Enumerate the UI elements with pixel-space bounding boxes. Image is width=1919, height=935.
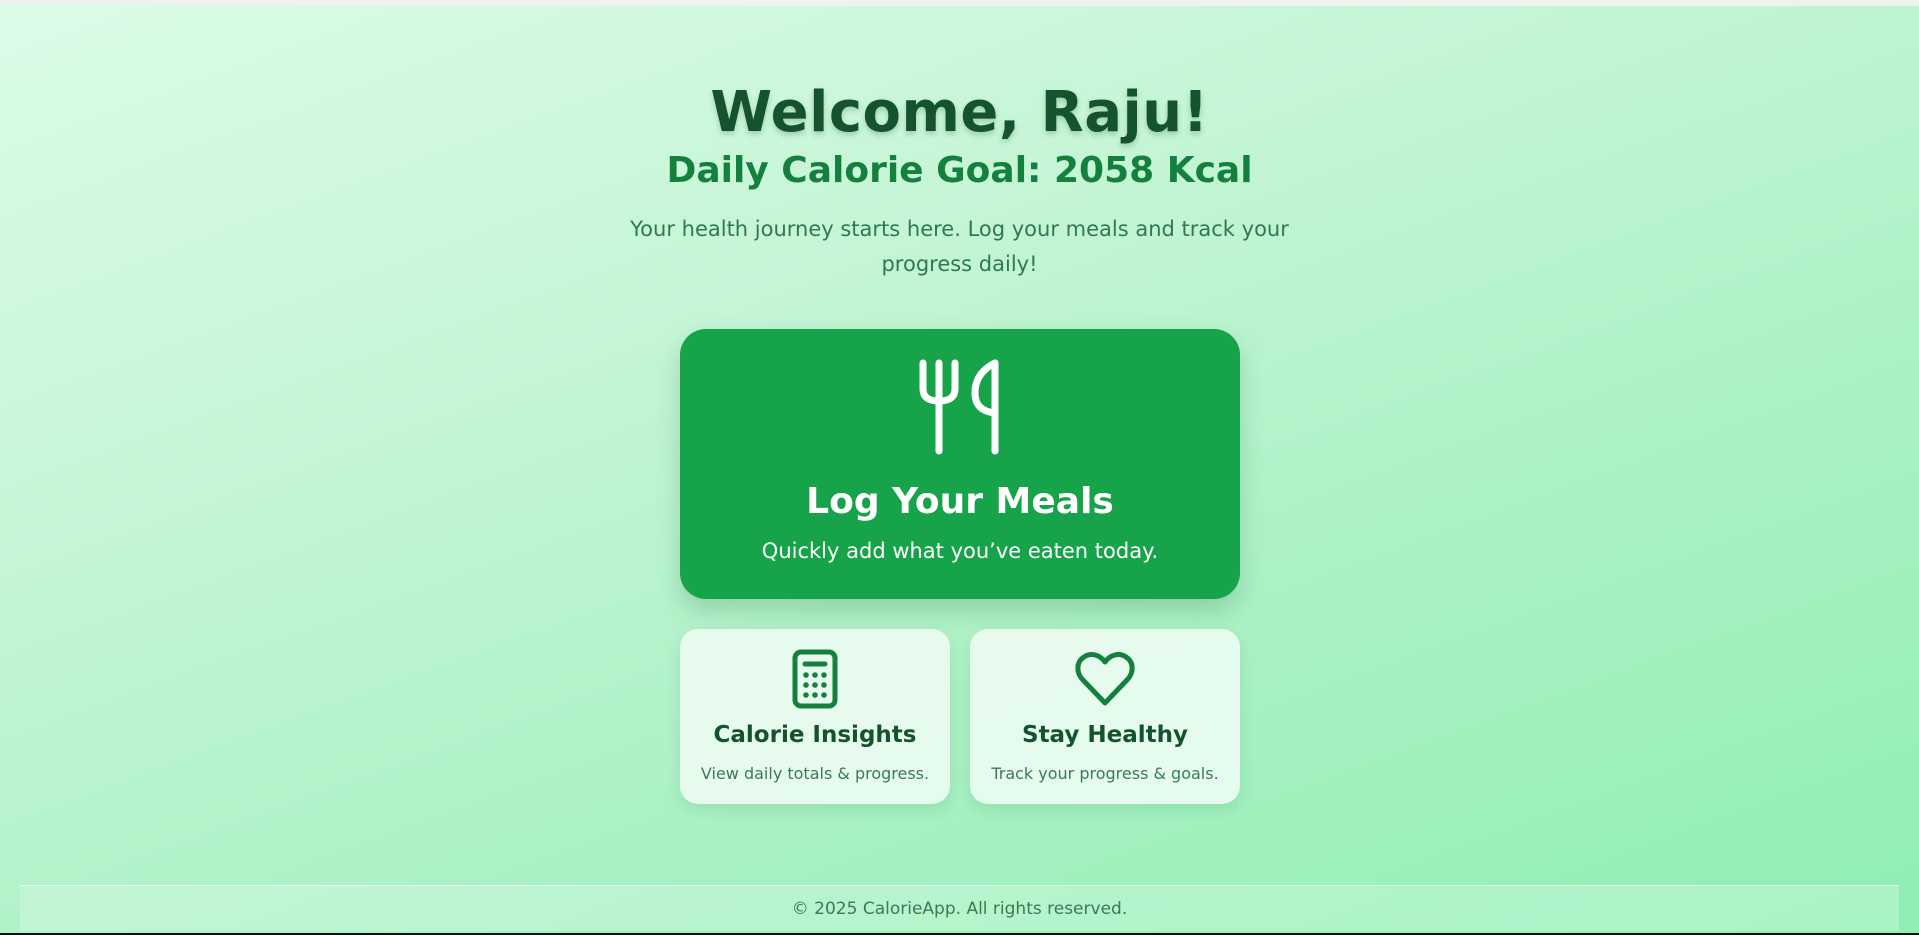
hero-section: Welcome, Raju! Daily Calorie Goal: 2058 …: [0, 80, 1919, 282]
footer: © 2025 CalorieApp. All rights reserved.: [20, 885, 1899, 931]
log-meals-title: Log Your Meals: [806, 481, 1114, 522]
page: Welcome, Raju! Daily Calorie Goal: 2058 …: [0, 6, 1919, 933]
tagline: Your health journey starts here. Log you…: [630, 217, 1289, 276]
heart-icon: [1075, 652, 1135, 706]
welcome-heading: Welcome, Raju!: [710, 80, 1209, 145]
fork-knife-icon: [919, 359, 999, 455]
calorie-insights-title: Calorie Insights: [713, 722, 917, 748]
calorie-insights-subtitle: View daily totals & progress.: [700, 764, 930, 783]
log-meals-card[interactable]: Log Your Meals Quickly add what you’ve e…: [680, 329, 1240, 599]
log-meals-subtitle: Quickly add what you’ve eaten today.: [761, 539, 1159, 563]
calculator-icon: [792, 649, 838, 709]
stay-healthy-card[interactable]: Stay Healthy Track your progress & goals…: [970, 629, 1240, 804]
calorie-goal: Daily Calorie Goal: 2058 Kcal: [666, 150, 1253, 191]
stay-healthy-title: Stay Healthy: [1022, 722, 1188, 748]
calorie-insights-card[interactable]: Calorie Insights View daily totals & pro…: [680, 629, 950, 804]
footer-copyright: © 2025 CalorieApp. All rights reserved.: [791, 899, 1128, 919]
stay-healthy-subtitle: Track your progress & goals.: [991, 764, 1219, 783]
